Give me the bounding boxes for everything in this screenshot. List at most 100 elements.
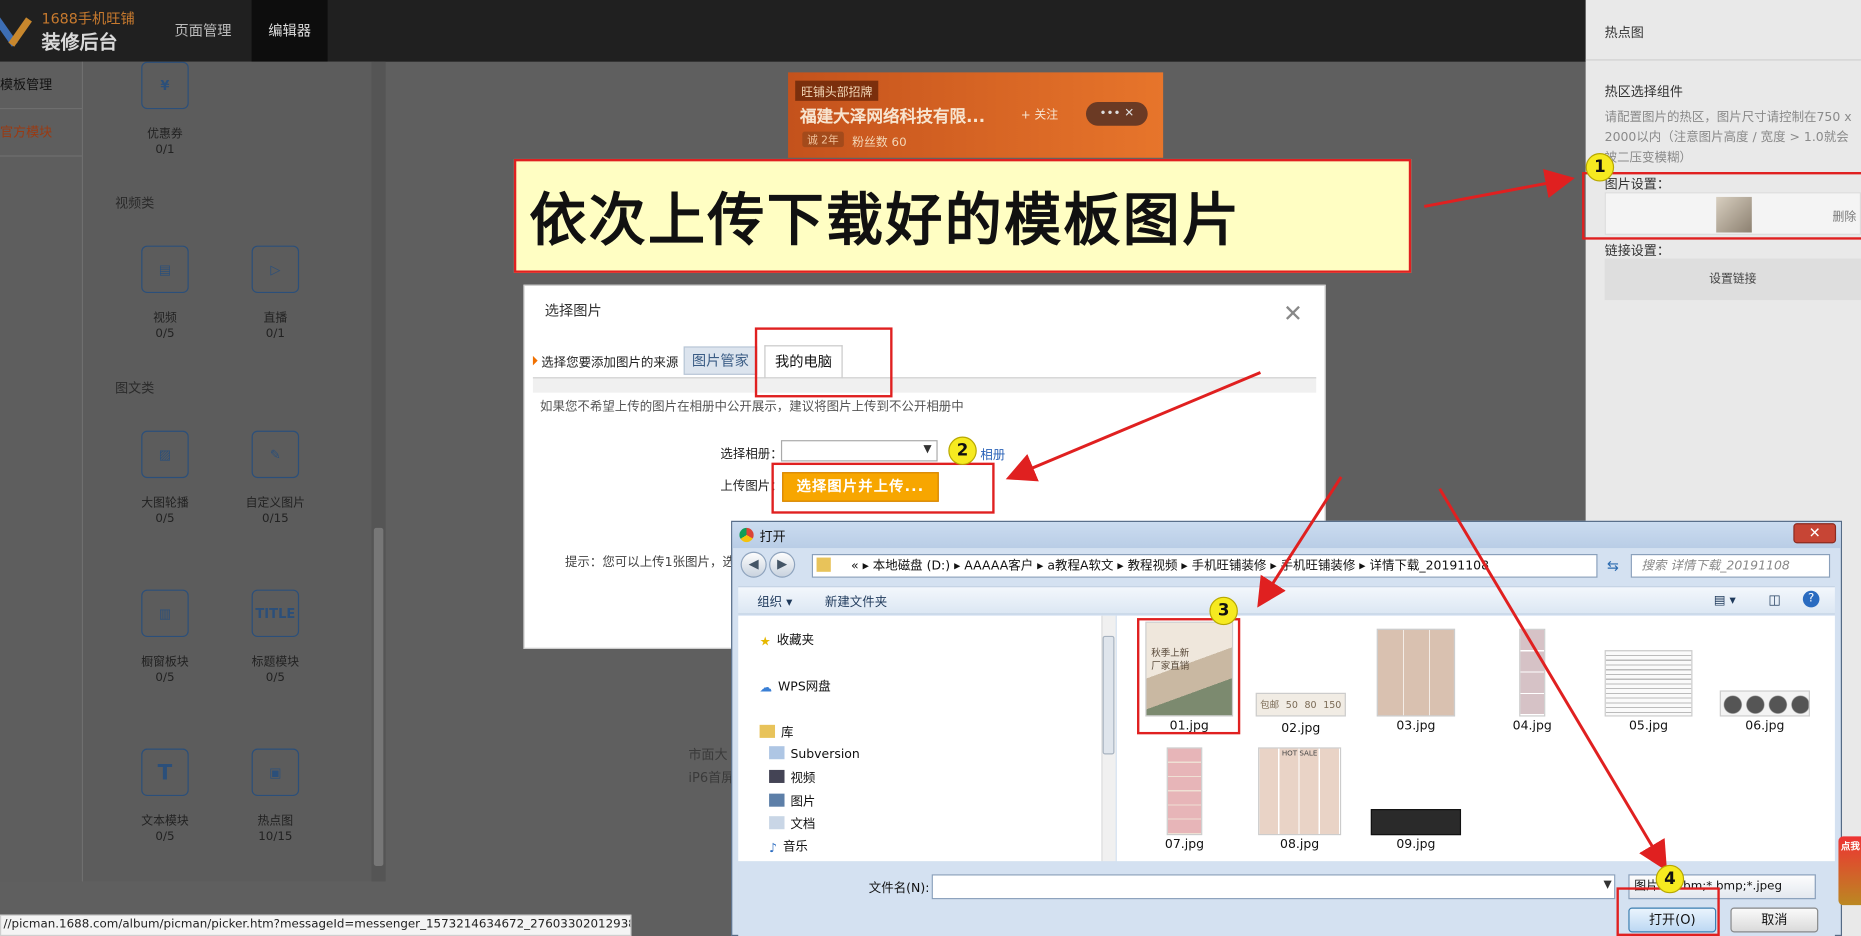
cancel-button[interactable]: 取消 bbox=[1730, 907, 1819, 933]
organize-menu[interactable]: 组织 ▾ bbox=[757, 593, 792, 611]
highlight-frame-image-setting bbox=[1582, 172, 1861, 240]
widget-custom-image[interactable]: ✎ 自定义图片 0/15 bbox=[228, 430, 323, 526]
refresh-icon[interactable]: ⇆ bbox=[1601, 554, 1625, 578]
thumbnail-caption: 150 bbox=[1323, 699, 1342, 711]
widget-live[interactable]: ▷ 直播 0/1 bbox=[228, 245, 323, 340]
nav-libraries[interactable]: 库 bbox=[759, 724, 794, 742]
nav-page-management[interactable]: 页面管理 bbox=[158, 0, 248, 62]
widget-coupon[interactable]: ¥ 优惠券 0/1 bbox=[117, 61, 212, 157]
widget-title[interactable]: TITLE 标题模块 0/5 bbox=[228, 589, 323, 685]
canvas-note: iP6首屏 bbox=[688, 769, 735, 786]
back-icon[interactable]: ◀ bbox=[740, 551, 767, 578]
file-thumbnail bbox=[1370, 809, 1462, 836]
widget-count: 0/5 bbox=[265, 671, 285, 685]
follow-button[interactable]: + 关注 bbox=[1021, 104, 1058, 122]
step-marker-4: 4 bbox=[1655, 864, 1685, 894]
file-item-04[interactable]: 04.jpg bbox=[1484, 628, 1581, 734]
document-library-icon bbox=[769, 816, 785, 830]
category-image-text: 图文类 bbox=[115, 380, 155, 397]
file-item-06[interactable]: 06.jpg bbox=[1716, 690, 1813, 733]
album-link[interactable]: 相册 bbox=[980, 446, 1005, 464]
widget-count: 0/5 bbox=[155, 830, 175, 844]
close-window-button[interactable]: ✕ bbox=[1793, 523, 1837, 544]
upload-hint: 提示：您可以上传1张图片，选 bbox=[564, 555, 735, 570]
text-module-icon: T bbox=[141, 748, 189, 797]
close-icon[interactable]: ✕ bbox=[1283, 299, 1303, 327]
file-dialog-titlebar[interactable] bbox=[732, 521, 1841, 549]
nav-documents[interactable]: 文档 bbox=[769, 815, 815, 833]
coupon-icon: ¥ bbox=[141, 61, 189, 110]
more-menu-button[interactable]: ••• ✕ bbox=[1085, 102, 1148, 126]
filename-input[interactable] bbox=[931, 874, 1616, 900]
widget-carousel[interactable]: ▨ 大图轮播 0/5 bbox=[117, 430, 212, 526]
nav-music[interactable]: ♪ 音乐 bbox=[769, 838, 808, 855]
category-video: 视频类 bbox=[115, 195, 155, 212]
nav-label: WPS网盘 bbox=[777, 679, 831, 694]
widget-name: 视频 bbox=[153, 311, 177, 326]
file-name: 07.jpg bbox=[1164, 837, 1205, 852]
panel-description: 请配置图片的热区，图片尺寸请控制在750 x 2000以内（注意图片高度 / 宽… bbox=[1604, 110, 1852, 165]
nav-videos[interactable]: 视频 bbox=[769, 769, 815, 787]
file-item-09[interactable]: 09.jpg bbox=[1367, 809, 1464, 852]
widget-showcase[interactable]: ▥ 橱窗板块 0/5 bbox=[117, 589, 212, 685]
shop-years-badge: 诚 2年 bbox=[802, 131, 844, 148]
folder-icon bbox=[816, 557, 831, 572]
instruction-text: 依次上传下载好的模板图片 bbox=[529, 187, 1242, 254]
menu-official-modules[interactable]: 官方模块 bbox=[0, 109, 84, 157]
widget-video[interactable]: ▤ 视频 0/5 bbox=[117, 245, 212, 340]
file-dialog-title: 打开 bbox=[759, 529, 786, 545]
file-item-07[interactable]: 07.jpg bbox=[1136, 747, 1233, 852]
search-input[interactable]: 搜索 详情下载_20191108 bbox=[1630, 554, 1831, 578]
forward-icon[interactable]: ▶ bbox=[769, 551, 796, 578]
floating-promo-label: 点我 bbox=[1840, 841, 1860, 852]
step-marker-3: 3 bbox=[1209, 596, 1238, 626]
menu-template-management[interactable]: 模板管理 bbox=[0, 62, 84, 110]
privacy-info: 如果您不希望上传的图片在相册中公开展示，建议将图片上传到不公开相册中 bbox=[540, 399, 964, 415]
widget-name: 大图轮播 bbox=[141, 497, 189, 511]
left-menu: 模板管理 官方模块 bbox=[0, 61, 84, 882]
album-select[interactable] bbox=[780, 440, 938, 462]
file-thumbnail bbox=[1719, 690, 1810, 717]
widget-name: 文本模块 bbox=[141, 814, 189, 829]
highlight-frame-upload bbox=[771, 462, 995, 514]
file-item-05[interactable]: 05.jpg bbox=[1600, 650, 1697, 733]
chevron-down-icon[interactable]: ▼ bbox=[1603, 879, 1611, 891]
file-dialog-toolbar bbox=[738, 586, 1835, 615]
live-icon: ▷ bbox=[251, 245, 300, 294]
picture-library-icon bbox=[769, 793, 785, 807]
widget-hotspot[interactable]: ▣ 热点图 10/15 bbox=[228, 748, 323, 843]
nav-label: 库 bbox=[780, 726, 794, 741]
widget-text[interactable]: T 文本模块 0/5 bbox=[117, 748, 212, 844]
album-label: 选择相册： bbox=[720, 447, 783, 462]
file-item-03[interactable]: 03.jpg bbox=[1367, 628, 1464, 733]
widget-count: 0/5 bbox=[155, 671, 175, 685]
file-item-08[interactable]: HOT SALE 08.jpg bbox=[1251, 747, 1348, 852]
new-folder-button[interactable]: 新建文件夹 bbox=[825, 593, 887, 611]
nav-wps-drive[interactable]: ☁ WPS网盘 bbox=[760, 677, 831, 695]
nav-label: 图片 bbox=[790, 794, 816, 810]
help-icon[interactable]: ? bbox=[1802, 590, 1820, 608]
view-options-icon[interactable]: ▤ ▾ bbox=[1714, 593, 1736, 607]
address-bar[interactable]: « ▸ 本地磁盘 (D:) ▸ AAAAA客户 ▸ a教程A软文 ▸ 教程视频 … bbox=[811, 554, 1598, 578]
set-link-button[interactable]: 设置链接 bbox=[1604, 258, 1861, 301]
widget-count: 0/5 bbox=[155, 512, 175, 526]
link-setting-label: 链接设置： bbox=[1604, 243, 1670, 259]
nav-pictures[interactable]: 图片 bbox=[769, 792, 815, 810]
star-icon: ★ bbox=[759, 634, 771, 649]
hotspot-icon: ▣ bbox=[251, 748, 300, 797]
widget-scrollbar-thumb[interactable] bbox=[373, 527, 384, 867]
dialog-title: 选择图片 bbox=[544, 302, 602, 320]
navigation-scrollbar-thumb[interactable] bbox=[1102, 635, 1115, 755]
tab-picture-manager[interactable]: 图片管家 bbox=[683, 346, 758, 375]
file-name: 04.jpg bbox=[1512, 718, 1552, 734]
preview-pane-icon[interactable]: ◫ bbox=[1768, 592, 1780, 607]
file-thumbnail bbox=[1166, 747, 1203, 836]
nav-favorites[interactable]: ★ 收藏夹 bbox=[759, 631, 815, 649]
nav-editor[interactable]: 编辑器 bbox=[251, 0, 328, 62]
widget-name: 标题模块 bbox=[251, 656, 300, 670]
library-folder-icon bbox=[769, 746, 785, 760]
thumbnail-caption: 80 bbox=[1304, 699, 1317, 711]
file-item-02[interactable]: 包邮 50 80 150 02.jpg bbox=[1252, 692, 1349, 736]
file-thumbnail: 包邮 50 80 150 bbox=[1255, 692, 1346, 717]
nav-subversion[interactable]: Subversion bbox=[769, 746, 860, 762]
